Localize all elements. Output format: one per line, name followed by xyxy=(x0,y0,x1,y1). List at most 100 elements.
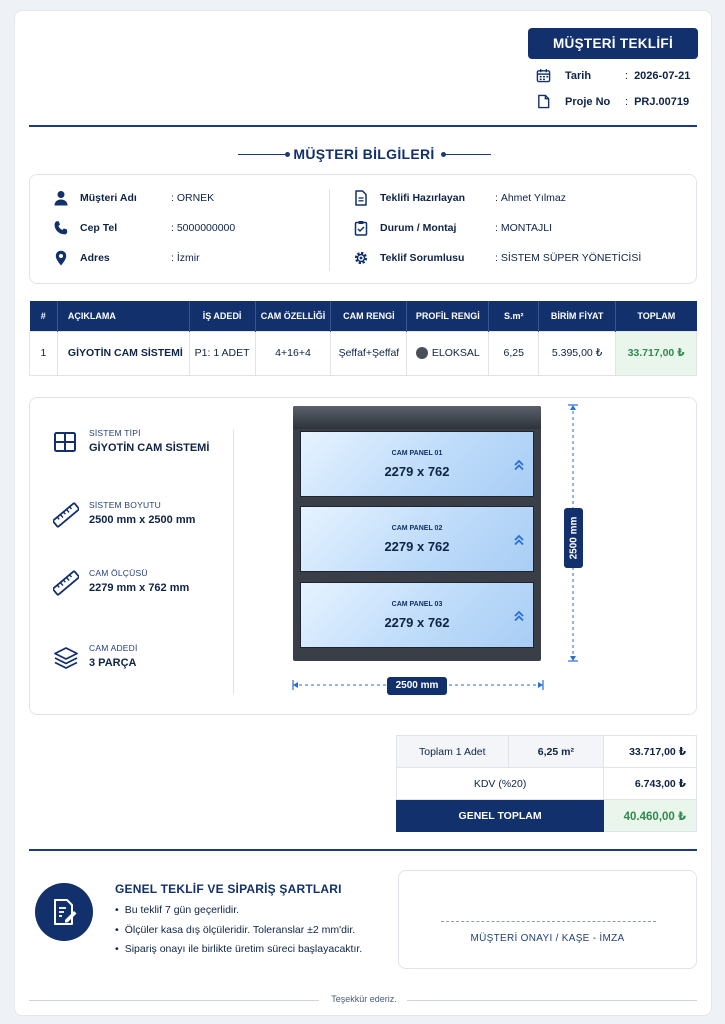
list-item: Sipariş onayı ile birlikte üretim süreci… xyxy=(115,943,363,963)
glass-panel-3: CAM PANEL 03 2279 x 762 xyxy=(300,582,534,648)
grid-icon xyxy=(53,430,79,456)
customer-name-value: ORNEK xyxy=(176,192,215,204)
cell-glass-color: Şeffaf+Şeffaf xyxy=(330,330,408,376)
layers-icon xyxy=(53,645,79,671)
spec-value: 2279 mm x 762 mm xyxy=(89,582,190,594)
quote-page: MÜŞTERİ TEKLİFİ Tarih : 2026-07-21 Proje… xyxy=(14,10,712,1016)
customer-name-label: Müşteri Adı xyxy=(80,192,137,204)
phone-label: Cep Tel xyxy=(80,222,118,234)
col-total: TOPLAM xyxy=(615,301,697,331)
width-dimension-label: 2500 mm xyxy=(387,677,447,695)
spec-glass-size: CAM ÖLÇÜSÜ 2279 mm x 762 mm xyxy=(52,568,190,596)
spec-value: GİYOTİN CAM SİSTEMİ xyxy=(89,442,210,454)
list-item: Bu teklif 7 gün geçerlidir. xyxy=(115,904,362,924)
col-glass-spec: CAM ÖZELLİĞİ xyxy=(255,301,332,331)
phone-icon xyxy=(52,219,70,237)
cell-description: GİYOTİN CAM SİSTEMİ xyxy=(56,330,190,376)
height-dimension-text: 2500 mm xyxy=(568,516,579,560)
status-value: MONTAJLI xyxy=(500,222,552,234)
subtotal-row: Toplam 1 Adet 6,25 m² 33.717,00 ₺ xyxy=(396,735,697,768)
col-unit-price: BİRİM FİYAT xyxy=(538,301,617,331)
date-row: Tarih : 2026-07-21 xyxy=(536,67,690,85)
signature-label: MÜŞTERİ ONAYI / KAŞE - İMZA xyxy=(470,933,625,944)
prepared-by-label: Teklifi Hazırlayan xyxy=(380,192,466,204)
panel-label: CAM PANEL 01 xyxy=(391,450,443,457)
cell-area: 6,25 xyxy=(488,330,540,376)
project-value: PRJ.00719 xyxy=(634,96,690,108)
status-row: Durum / Montaj : MONTAJLI xyxy=(352,218,552,238)
terms-divider xyxy=(29,849,697,851)
spec-system-size: SİSTEM BOYUTU 2500 mm x 2500 mm xyxy=(52,500,196,528)
prepared-by-value: Ahmet Yılmaz xyxy=(500,192,567,204)
cell-no: 1 xyxy=(29,330,58,376)
grand-total-value: 40.460,00 ₺ xyxy=(603,799,697,832)
info-divider xyxy=(329,189,330,271)
responsible-value: SİSTEM SÜPER YÖNETİCİSİ xyxy=(500,252,642,264)
totals-table: Toplam 1 Adet 6,25 m² 33.717,00 ₺ KDV (%… xyxy=(395,735,697,832)
grand-total-label: GENEL TOPLAM xyxy=(395,799,605,832)
cell-glass-spec: 4+16+4 xyxy=(254,330,332,376)
vat-row: KDV (%20) 6.743,00 ₺ xyxy=(395,767,697,800)
panel-size: 2279 x 762 xyxy=(384,539,450,554)
panel-size: 2279 x 762 xyxy=(384,464,450,479)
col-glass-color: CAM RENGİ xyxy=(330,301,408,331)
col-no: # xyxy=(29,301,58,331)
prepared-by-row: Teklifi Hazırlayan : Ahmet Yılmaz xyxy=(352,188,566,208)
calendar-icon xyxy=(536,68,552,84)
vat-label: KDV (%20) xyxy=(395,767,605,800)
col-qty: İŞ ADEDİ xyxy=(189,301,256,331)
signature-box[interactable]: MÜŞTERİ ONAYI / KAŞE - İMZA xyxy=(398,870,697,969)
cell-unit-price: 5.395,00 ₺ xyxy=(538,330,617,376)
spec-label: CAM ÖLÇÜSÜ xyxy=(89,568,148,578)
document-icon xyxy=(536,94,552,110)
spec-divider xyxy=(233,430,234,694)
subtotal-value: 33.717,00 ₺ xyxy=(603,735,697,768)
col-description: AÇIKLAMA xyxy=(57,301,190,331)
project-row: Proje No : PRJ.00719 xyxy=(536,93,689,111)
customer-info-card: Müşteri Adı : ORNEK Cep Tel : 5000000000… xyxy=(29,174,697,284)
spec-label: SİSTEM BOYUTU xyxy=(89,500,162,510)
phone-value: 5000000000 xyxy=(176,222,236,234)
spec-glass-count: CAM ADEDİ 3 PARÇA xyxy=(53,643,138,671)
double-chevron-up-icon xyxy=(513,609,525,623)
panel-size: 2279 x 762 xyxy=(384,615,450,630)
spec-value: 2500 mm x 2500 mm xyxy=(89,514,196,526)
project-label: Proje No xyxy=(565,96,611,108)
terms-title: GENEL TEKLİF VE SİPARİŞ ŞARTLARI xyxy=(115,882,342,896)
date-value: 2026-07-21 xyxy=(634,70,691,82)
items-table-header: # AÇIKLAMA İŞ ADEDİ CAM ÖZELLİĞİ CAM REN… xyxy=(29,301,697,331)
quote-title: MÜŞTERİ TEKLİFİ xyxy=(528,28,698,59)
double-chevron-up-icon xyxy=(513,458,525,472)
address-label: Adres xyxy=(80,252,110,264)
responsible-row: Teklif Sorumlusu : SİSTEM SÜPER YÖNETİCİ… xyxy=(352,248,641,268)
footer-line-right xyxy=(407,1000,697,1001)
address-value: İzmir xyxy=(176,252,200,264)
col-profile-color: PROFİL RENGİ xyxy=(406,301,490,331)
document-text-icon xyxy=(352,189,370,207)
profile-color-swatch xyxy=(415,347,428,360)
cell-total: 33.717,00 ₺ xyxy=(615,330,697,376)
glass-panel-1: CAM PANEL 01 2279 x 762 xyxy=(300,431,534,497)
header-divider xyxy=(29,125,697,127)
customer-name-row: Müşteri Adı : ORNEK xyxy=(52,188,214,208)
panel-label: CAM PANEL 03 xyxy=(391,601,443,608)
vat-value: 6.743,00 ₺ xyxy=(603,767,697,800)
clipboard-check-icon xyxy=(352,219,370,237)
ruler-icon xyxy=(52,570,80,596)
subtotal-area: 6,25 m² xyxy=(507,735,605,768)
spec-system-type: SİSTEM TİPİ GİYOTİN CAM SİSTEMİ xyxy=(53,428,209,456)
window-top-cassette xyxy=(293,406,541,429)
gear-icon xyxy=(352,249,370,267)
spec-value: 3 PARÇA xyxy=(89,657,137,669)
terms-list: Bu teklif 7 gün geçerlidir. Ölçüler kasa… xyxy=(115,904,363,963)
panel-label: CAM PANEL 02 xyxy=(391,525,443,532)
address-row: Adres : İzmir xyxy=(52,248,200,268)
cell-qty: P1: 1 ADET xyxy=(188,330,256,376)
glass-panel-2: CAM PANEL 02 2279 x 762 xyxy=(300,506,534,572)
table-row: 1 GİYOTİN CAM SİSTEMİ P1: 1 ADET 4+16+4 … xyxy=(29,330,697,376)
responsible-label: Teklif Sorumlusu xyxy=(380,252,465,264)
double-chevron-up-icon xyxy=(513,533,525,547)
spec-label: SİSTEM TİPİ xyxy=(89,428,141,438)
user-icon xyxy=(52,189,70,207)
ruler-icon xyxy=(52,502,80,528)
